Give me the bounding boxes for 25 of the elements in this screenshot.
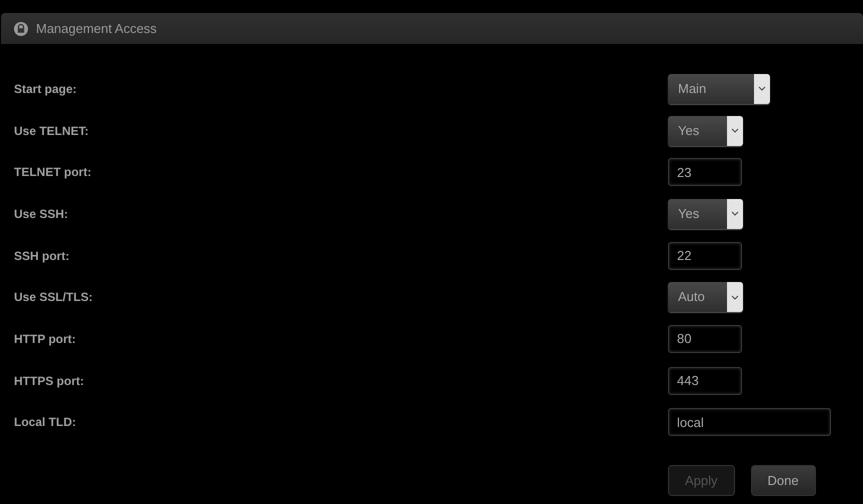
lock-icon (14, 22, 28, 36)
dropdown[interactable]: Yes (668, 116, 743, 146)
field-label: Local TLD: (14, 415, 77, 430)
field-label: Start page: (14, 82, 78, 96)
dropdown[interactable]: Auto (668, 282, 743, 312)
input-field[interactable]: local (668, 408, 831, 436)
input-field[interactable]: 443 (668, 366, 742, 395)
chevron-down-icon (731, 128, 739, 134)
dropdown[interactable]: Main (668, 74, 770, 104)
chevron-down-icon (758, 86, 766, 92)
chevron-down-icon (731, 211, 739, 216)
done-button[interactable]: Done (750, 465, 816, 496)
input-field[interactable]: 80 (668, 324, 742, 353)
field-label: TELNET port: (14, 165, 92, 180)
panel-title: Management Access (36, 21, 157, 36)
input-field[interactable]: 22 (668, 242, 742, 270)
field-label: Use SSL/TLS: (14, 290, 94, 304)
field-label: HTTPS port: (14, 374, 85, 388)
field-label: HTTP port: (14, 332, 77, 346)
field-label: Use SSH: (14, 206, 70, 221)
field-label: SSH port: (14, 248, 70, 263)
input-field[interactable]: 23 (668, 158, 742, 186)
field-label: Use TELNET: (14, 124, 90, 138)
chevron-down-icon (731, 294, 739, 300)
dropdown[interactable]: Yes (668, 198, 743, 229)
